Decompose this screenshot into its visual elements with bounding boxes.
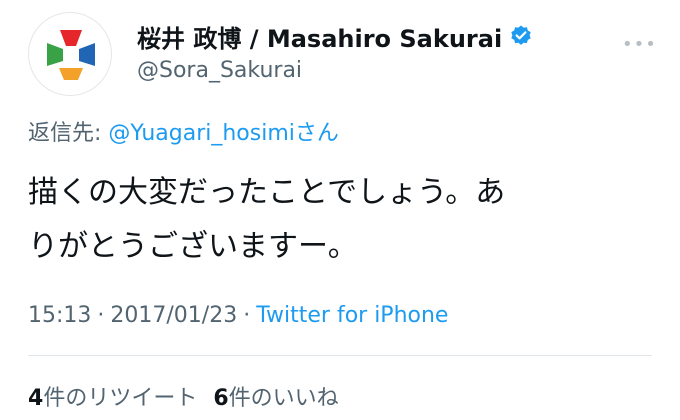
retweets-count: 4 [28,386,44,411]
retweets-label: 件のリツイート [43,386,198,411]
user-handle[interactable]: @Sora_Sakurai [137,58,302,83]
avatar[interactable] [28,12,112,96]
verified-badge-icon [509,24,533,48]
meta-separator: · [97,303,105,328]
tweet-time[interactable]: 15:13 [28,303,91,328]
tweet-text-line-1: 描くの大変だったことでしょう。あ [28,175,506,210]
more-options-icon[interactable]: ••• [622,34,657,55]
tweet-text: 描くの大変だったことでしょう。あ りがとうございますー。 [28,166,668,274]
tweet-stats: 4件のリツイート 6件のいいね [28,380,339,412]
game-controller-dpad-icon [47,30,95,80]
likes-count: 6 [213,386,229,411]
reply-to-line: 返信先: @Yuagari_hosimiさん [28,115,339,147]
reply-suffix: さん [294,121,339,146]
retweets-stat[interactable]: 4件のリツイート [28,386,197,411]
meta-separator: · [243,303,251,328]
reply-prefix: 返信先: [28,121,109,146]
tweet-date[interactable]: 2017/01/23 [110,303,237,328]
tweet-header: 桜井 政博 / Masahiro Sakurai @Sora_Sakurai •… [0,0,680,110]
name-row: 桜井 政博 / Masahiro Sakurai [137,18,533,54]
likes-stat[interactable]: 6件のいいね [213,386,338,411]
display-name[interactable]: 桜井 政博 / Masahiro Sakurai [137,19,502,54]
tweet-meta: 15:13 · 2017/01/23 · Twitter for iPhone [28,303,448,328]
reply-mention-link[interactable]: @Yuagari_hosimi [108,121,294,146]
tweet-text-line-2: りがとうございますー。 [28,229,358,264]
divider [28,355,652,356]
tweet-source-link[interactable]: Twitter for iPhone [256,303,448,328]
likes-label: 件のいいね [228,386,339,411]
